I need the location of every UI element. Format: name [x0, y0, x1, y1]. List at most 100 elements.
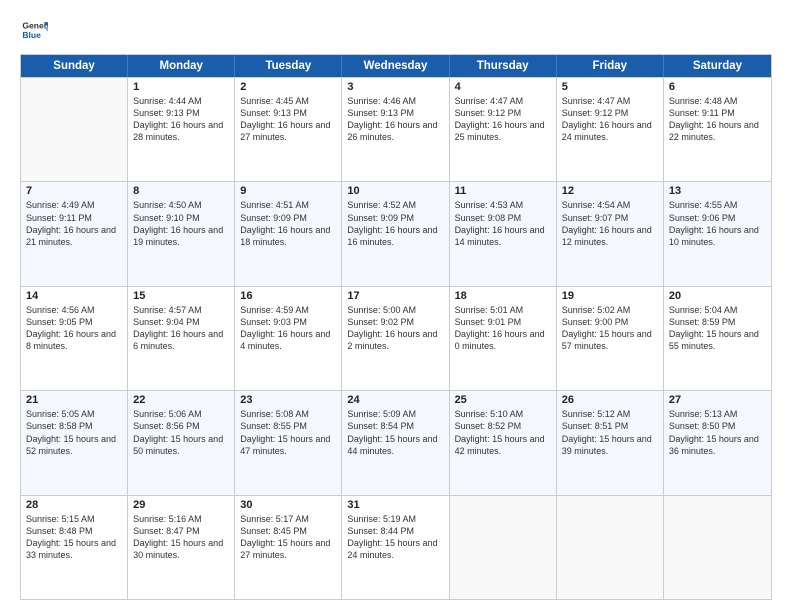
day-info-w3-saturday: Sunrise: 5:04 AM Sunset: 8:59 PM Dayligh…	[669, 304, 766, 353]
day-number-w1-wednesday: 3	[347, 81, 443, 93]
day-info-w4-monday: Sunrise: 5:06 AM Sunset: 8:56 PM Dayligh…	[133, 408, 229, 457]
calendar-body: 1 Sunrise: 4:44 AM Sunset: 9:13 PM Daylig…	[21, 77, 771, 599]
cell-w1-saturday: 6 Sunrise: 4:48 AM Sunset: 9:11 PM Daylig…	[664, 78, 771, 181]
day-number-w2-thursday: 11	[455, 185, 551, 197]
day-number-w4-thursday: 25	[455, 394, 551, 406]
cell-w2-monday: 8 Sunrise: 4:50 AM Sunset: 9:10 PM Daylig…	[128, 182, 235, 285]
day-number-w1-monday: 1	[133, 81, 229, 93]
day-number-w3-monday: 15	[133, 290, 229, 302]
day-number-w2-sunday: 7	[26, 185, 122, 197]
day-info-w3-thursday: Sunrise: 5:01 AM Sunset: 9:01 PM Dayligh…	[455, 304, 551, 353]
day-info-w2-thursday: Sunrise: 4:53 AM Sunset: 9:08 PM Dayligh…	[455, 199, 551, 248]
col-saturday: Saturday	[664, 55, 771, 77]
day-number-w2-saturday: 13	[669, 185, 766, 197]
day-number-w5-tuesday: 30	[240, 499, 336, 511]
col-friday: Friday	[557, 55, 664, 77]
day-info-w3-wednesday: Sunrise: 5:00 AM Sunset: 9:02 PM Dayligh…	[347, 304, 443, 353]
svg-text:General: General	[22, 20, 48, 30]
cell-w3-saturday: 20 Sunrise: 5:04 AM Sunset: 8:59 PM Dayli…	[664, 287, 771, 390]
day-info-w3-friday: Sunrise: 5:02 AM Sunset: 9:00 PM Dayligh…	[562, 304, 658, 353]
header: General Blue	[20, 16, 772, 44]
cell-w5-thursday	[450, 496, 557, 599]
day-number-w5-sunday: 28	[26, 499, 122, 511]
day-info-w2-wednesday: Sunrise: 4:52 AM Sunset: 9:09 PM Dayligh…	[347, 199, 443, 248]
cell-w4-sunday: 21Sunrise: 5:05 AM Sunset: 8:58 PM Dayli…	[21, 391, 128, 494]
cell-w1-friday: 5 Sunrise: 4:47 AM Sunset: 9:12 PM Daylig…	[557, 78, 664, 181]
day-number-w3-sunday: 14	[26, 290, 122, 302]
day-number-w2-wednesday: 10	[347, 185, 443, 197]
cell-w2-sunday: 7 Sunrise: 4:49 AM Sunset: 9:11 PM Daylig…	[21, 182, 128, 285]
cell-w3-friday: 19 Sunrise: 5:02 AM Sunset: 9:00 PM Dayli…	[557, 287, 664, 390]
cell-w2-friday: 12Sunrise: 4:54 AM Sunset: 9:07 PM Dayli…	[557, 182, 664, 285]
cell-w3-wednesday: 17 Sunrise: 5:00 AM Sunset: 9:02 PM Dayli…	[342, 287, 449, 390]
day-number-w3-tuesday: 16	[240, 290, 336, 302]
cell-w3-thursday: 18 Sunrise: 5:01 AM Sunset: 9:01 PM Dayli…	[450, 287, 557, 390]
cell-w1-thursday: 4Sunrise: 4:47 AM Sunset: 9:12 PM Daylig…	[450, 78, 557, 181]
cell-w4-monday: 22 Sunrise: 5:06 AM Sunset: 8:56 PM Dayli…	[128, 391, 235, 494]
cell-w5-tuesday: 30 Sunrise: 5:17 AM Sunset: 8:45 PM Dayli…	[235, 496, 342, 599]
day-number-w3-saturday: 20	[669, 290, 766, 302]
day-number-w1-tuesday: 2	[240, 81, 336, 93]
day-info-w4-thursday: Sunrise: 5:10 AM Sunset: 8:52 PM Dayligh…	[455, 408, 551, 457]
cell-w4-tuesday: 23 Sunrise: 5:08 AM Sunset: 8:55 PM Dayli…	[235, 391, 342, 494]
logo: General Blue	[20, 16, 52, 44]
cell-w5-wednesday: 31Sunrise: 5:19 AM Sunset: 8:44 PM Dayli…	[342, 496, 449, 599]
cell-w2-tuesday: 9Sunrise: 4:51 AM Sunset: 9:09 PM Daylig…	[235, 182, 342, 285]
day-info-w5-tuesday: Sunrise: 5:17 AM Sunset: 8:45 PM Dayligh…	[240, 513, 336, 562]
day-info-w4-saturday: Sunrise: 5:13 AM Sunset: 8:50 PM Dayligh…	[669, 408, 766, 457]
day-number-w2-tuesday: 9	[240, 185, 336, 197]
col-thursday: Thursday	[450, 55, 557, 77]
day-info-w1-wednesday: Sunrise: 4:46 AM Sunset: 9:13 PM Dayligh…	[347, 95, 443, 144]
cell-w5-monday: 29 Sunrise: 5:16 AM Sunset: 8:47 PM Dayli…	[128, 496, 235, 599]
cell-w1-wednesday: 3 Sunrise: 4:46 AM Sunset: 9:13 PM Daylig…	[342, 78, 449, 181]
day-info-w4-wednesday: Sunrise: 5:09 AM Sunset: 8:54 PM Dayligh…	[347, 408, 443, 457]
day-number-w5-wednesday: 31	[347, 499, 443, 511]
day-info-w2-sunday: Sunrise: 4:49 AM Sunset: 9:11 PM Dayligh…	[26, 199, 122, 248]
week-row-1: 1 Sunrise: 4:44 AM Sunset: 9:13 PM Daylig…	[21, 77, 771, 181]
cell-w4-thursday: 25 Sunrise: 5:10 AM Sunset: 8:52 PM Dayli…	[450, 391, 557, 494]
day-number-w4-friday: 26	[562, 394, 658, 406]
col-tuesday: Tuesday	[235, 55, 342, 77]
day-number-w1-friday: 5	[562, 81, 658, 93]
day-number-w3-thursday: 18	[455, 290, 551, 302]
cell-w1-sunday	[21, 78, 128, 181]
col-monday: Monday	[128, 55, 235, 77]
day-info-w5-monday: Sunrise: 5:16 AM Sunset: 8:47 PM Dayligh…	[133, 513, 229, 562]
day-info-w2-saturday: Sunrise: 4:55 AM Sunset: 9:06 PM Dayligh…	[669, 199, 766, 248]
day-info-w3-monday: Sunrise: 4:57 AM Sunset: 9:04 PM Dayligh…	[133, 304, 229, 353]
cell-w2-wednesday: 10 Sunrise: 4:52 AM Sunset: 9:09 PM Dayli…	[342, 182, 449, 285]
day-info-w1-monday: Sunrise: 4:44 AM Sunset: 9:13 PM Dayligh…	[133, 95, 229, 144]
svg-text:Blue: Blue	[22, 30, 41, 40]
day-number-w5-monday: 29	[133, 499, 229, 511]
week-row-2: 7 Sunrise: 4:49 AM Sunset: 9:11 PM Daylig…	[21, 181, 771, 285]
cell-w5-saturday	[664, 496, 771, 599]
cell-w2-saturday: 13 Sunrise: 4:55 AM Sunset: 9:06 PM Dayli…	[664, 182, 771, 285]
day-number-w1-saturday: 6	[669, 81, 766, 93]
day-info-w5-sunday: Sunrise: 5:15 AM Sunset: 8:48 PM Dayligh…	[26, 513, 122, 562]
day-info-w1-thursday: Sunrise: 4:47 AM Sunset: 9:12 PM Dayligh…	[455, 95, 551, 144]
day-info-w1-saturday: Sunrise: 4:48 AM Sunset: 9:11 PM Dayligh…	[669, 95, 766, 144]
day-info-w3-sunday: Sunrise: 4:56 AM Sunset: 9:05 PM Dayligh…	[26, 304, 122, 353]
cell-w1-tuesday: 2 Sunrise: 4:45 AM Sunset: 9:13 PM Daylig…	[235, 78, 342, 181]
logo-icon: General Blue	[20, 16, 48, 44]
day-number-w2-friday: 12	[562, 185, 658, 197]
day-number-w4-saturday: 27	[669, 394, 766, 406]
day-number-w2-monday: 8	[133, 185, 229, 197]
week-row-4: 21Sunrise: 5:05 AM Sunset: 8:58 PM Dayli…	[21, 390, 771, 494]
day-info-w3-tuesday: Sunrise: 4:59 AM Sunset: 9:03 PM Dayligh…	[240, 304, 336, 353]
day-number-w4-wednesday: 24	[347, 394, 443, 406]
day-info-w1-tuesday: Sunrise: 4:45 AM Sunset: 9:13 PM Dayligh…	[240, 95, 336, 144]
calendar-header-row: Sunday Monday Tuesday Wednesday Thursday…	[21, 55, 771, 77]
day-info-w4-tuesday: Sunrise: 5:08 AM Sunset: 8:55 PM Dayligh…	[240, 408, 336, 457]
col-sunday: Sunday	[21, 55, 128, 77]
week-row-3: 14 Sunrise: 4:56 AM Sunset: 9:05 PM Dayli…	[21, 286, 771, 390]
day-number-w3-friday: 19	[562, 290, 658, 302]
calendar: Sunday Monday Tuesday Wednesday Thursday…	[20, 54, 772, 600]
cell-w3-monday: 15 Sunrise: 4:57 AM Sunset: 9:04 PM Dayli…	[128, 287, 235, 390]
day-number-w4-monday: 22	[133, 394, 229, 406]
day-info-w2-monday: Sunrise: 4:50 AM Sunset: 9:10 PM Dayligh…	[133, 199, 229, 248]
day-number-w3-wednesday: 17	[347, 290, 443, 302]
day-info-w1-friday: Sunrise: 4:47 AM Sunset: 9:12 PM Dayligh…	[562, 95, 658, 144]
day-number-w4-tuesday: 23	[240, 394, 336, 406]
cell-w5-sunday: 28 Sunrise: 5:15 AM Sunset: 8:48 PM Dayli…	[21, 496, 128, 599]
